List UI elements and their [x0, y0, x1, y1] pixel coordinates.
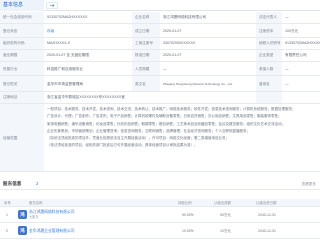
- tax-id-label: 纳税人识别号: [256, 38, 282, 49]
- company-name-label: 企业名称: [132, 12, 160, 23]
- table-row[interactable]: 2 鸿 金华鸿晟企业管理有限公司 10.00% 10万元 2040-12-31: [0, 223, 320, 239]
- term-label: 营业期限: [0, 50, 44, 61]
- info-row: 经营范围 一般项目：技术服务、技术开发、技术咨询、技术交流、技术转让、技术推广；…: [0, 104, 320, 172]
- scope-line: （除依法须经批准的项目外，凭营业执照依法自主开展经营活动）。许可项目：网络文化经…: [47, 136, 229, 141]
- export-icon[interactable]: [46, 2, 58, 9]
- org-code-label: 组织机构代码: [0, 38, 44, 49]
- industry-value: 科技推广和应用服务业: [47, 67, 83, 71]
- table-row[interactable]: 1 鸿 浙江鸿晟网络科技有限公司 大股东 90.00% 90万元 2040-12…: [0, 207, 320, 223]
- industry-label: 所属行业: [0, 62, 44, 75]
- share-ratio: 10.00%: [182, 229, 194, 233]
- address-extra-value: [282, 92, 320, 103]
- business-scope-text: 一般项目：技术服务、技术开发、技术咨询、技术交流、技术转让、技术推广；网络技术服…: [44, 104, 318, 150]
- info-row: 登记机关 金华市市场监督管理局 英文名 Zhejiang Hongsheng N…: [0, 76, 320, 92]
- address-label: 注册地址: [0, 92, 44, 103]
- share-ratio: 90.00%: [182, 213, 194, 217]
- insured-count-value: —: [285, 67, 289, 71]
- shareholder-name-link[interactable]: 金华鸿晟企业管理有限公司: [29, 228, 75, 234]
- tab-bar: 基本信息: [0, 0, 320, 11]
- reg-capital-value: 100万元: [285, 29, 299, 33]
- approval-date-label: 核准日期: [132, 50, 160, 61]
- col-date: 认缴出资日期: [256, 201, 277, 205]
- row-index: 1: [6, 213, 8, 217]
- authority-value: 金华市市场监督管理局: [47, 82, 83, 86]
- scope-line: 广告设计、代理；广告制作；广告发布；电子产品销售；计算机软硬件及辅助设备零售；日…: [47, 114, 282, 119]
- tax-id-value: 91330702MA2HXXXXXX: [285, 41, 320, 45]
- legal-rep-value: —: [285, 15, 289, 19]
- subscribed-date: 2040-12-31: [258, 213, 276, 217]
- row-index: 2: [6, 229, 8, 233]
- scope-label: 经营范围: [0, 104, 44, 171]
- shareholder-tag: 大股东: [29, 215, 39, 219]
- reg-number-value: 330702000XXXXXX: [163, 41, 196, 45]
- address-extra-label: [256, 92, 282, 103]
- former-name-value: —: [285, 82, 289, 86]
- section-count: 2: [36, 181, 39, 186]
- company-name-value: 浙江鸿晟网络科技有限公司: [163, 15, 207, 19]
- col-ratio: 持股比例: [178, 201, 192, 205]
- authority-label: 登记机关: [0, 76, 44, 91]
- status-label: 登记状态: [0, 24, 44, 37]
- term-value: 2020-01-07 至 无固定期限: [47, 53, 89, 57]
- info-row: 注册地址 浙江省金华市婺城区XXXXXXXX号XXXXXXXX室: [0, 92, 320, 104]
- info-row: 营业期限 2020-01-07 至 无固定期限 核准日期 2020-01-07 …: [0, 50, 320, 62]
- status-value: 存续: [47, 29, 55, 33]
- english-name-label: 英文名: [132, 76, 160, 91]
- staff-size-value: —: [163, 67, 167, 71]
- info-row: 统一社会信用代码 91330702MA2HXXXXXX 企业名称 浙江鸿晟网络科…: [0, 12, 320, 24]
- english-name-value: Zhejiang Hongsheng Network Technology Co…: [163, 82, 233, 86]
- staff-size-label: 人员规模: [132, 62, 160, 75]
- info-row: 登记状态 存续 成立日期 2020-01-07 注册资本 100万元: [0, 24, 320, 38]
- scope-line: 家用电器销售；通讯设备销售；化妆品零售；针纺织品销售；鞋帽零售；箱包销售；工艺美…: [47, 121, 285, 126]
- reg-capital-label: 注册资本: [256, 24, 282, 37]
- company-type-value: 有限责任公司: [285, 53, 307, 57]
- section-title: 股东信息: [3, 181, 22, 186]
- subscribed-amount: 90万元: [220, 213, 231, 217]
- company-logo: 鸿: [18, 226, 27, 235]
- scope-line: 企业形象策划；市场营销策划；企业管理咨询；信息咨询服务；互联网销售；品牌管理；社…: [47, 128, 250, 133]
- credit-code-label: 统一社会信用代码: [0, 12, 44, 23]
- founded-date-label: 成立日期: [132, 24, 160, 37]
- info-row: 组织机构代码 MA2HXXXX-X 工商注册号 330702000XXXXXX …: [0, 38, 320, 50]
- shareholders-table-header: 序号 股东名称 持股比例 认缴出资额 认缴出资日期: [0, 199, 320, 207]
- company-logo: 鸿: [18, 210, 27, 219]
- credit-code-value: 91330702MA2HXXXXXX: [47, 15, 88, 19]
- col-index: 序号: [4, 201, 11, 205]
- address-value: 浙江省金华市婺城区XXXXXXXX号XXXXXXXX室: [47, 95, 125, 99]
- subscribed-date: 2040-12-31: [258, 229, 276, 233]
- subscribed-amount: 10万元: [220, 229, 231, 233]
- scope-line: 一般项目：技术服务、技术开发、技术咨询、技术交流、技术转让、技术推广；网络技术服…: [47, 107, 296, 111]
- info-row: 所属行业 科技推广和应用服务业 人员规模 — 参保人数 —: [0, 62, 320, 76]
- reg-number-label: 工商注册号: [132, 38, 160, 49]
- founded-date-value: 2020-01-07: [163, 29, 182, 33]
- view-more-link[interactable]: 查看更多: [302, 180, 316, 188]
- former-name-label: 曾用名: [256, 76, 282, 91]
- org-code-value: MA2HXXXX-X: [47, 41, 71, 45]
- tab-basic-info[interactable]: 基本信息: [0, 0, 44, 11]
- col-name: 股东名称: [29, 201, 43, 205]
- scope-line: （依法须经批准的项目，经相关部门批准后方可开展经营活动，具体经营项目以审批结果为…: [47, 143, 198, 148]
- insured-count-label: 参保人数: [256, 62, 282, 75]
- shareholders-header: 股东信息 2 查看更多: [0, 178, 320, 190]
- legal-rep-label: 法定代表人: [256, 12, 282, 23]
- company-type-label: 企业类型: [256, 50, 282, 61]
- approval-date-value: 2020-01-07: [163, 53, 182, 57]
- col-amount: 认缴出资额: [214, 201, 231, 205]
